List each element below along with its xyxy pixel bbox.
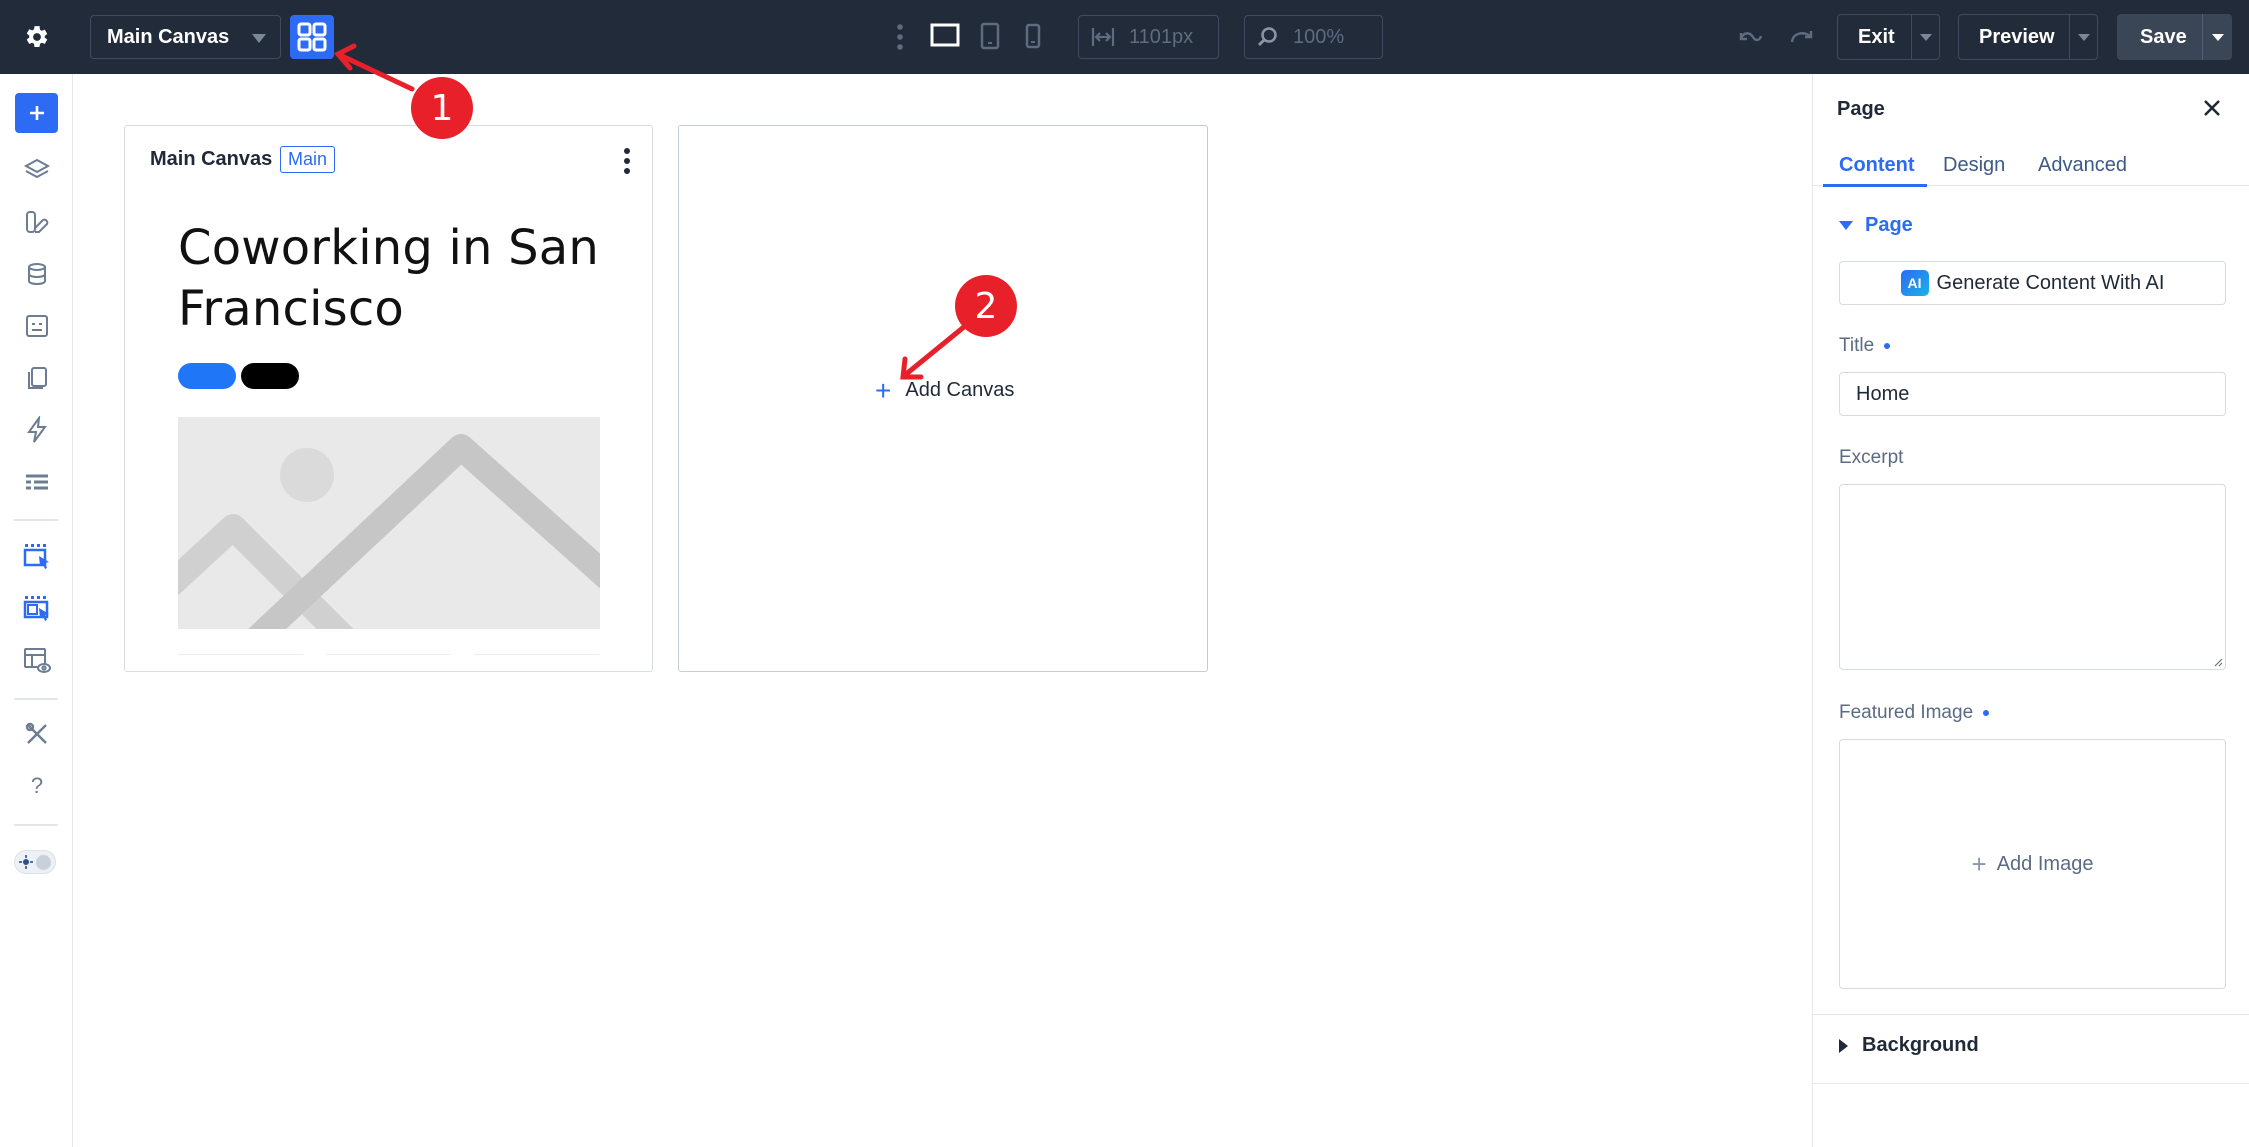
- section-divider: [1813, 1083, 2249, 1084]
- empty-canvas-card[interactable]: + Add Canvas: [678, 125, 1208, 672]
- sidebar-divider: [14, 519, 58, 521]
- plus-icon: +: [1971, 848, 1987, 879]
- add-element-button[interactable]: [15, 93, 58, 133]
- add-image-label: Add Image: [1996, 852, 2094, 875]
- plus-icon: +: [875, 374, 892, 406]
- close-icon[interactable]: [2200, 96, 2224, 120]
- canvas-width-value: 1101px: [1129, 25, 1194, 48]
- exit-button[interactable]: Exit: [1837, 14, 1940, 60]
- page-section-label: Page: [1865, 214, 1913, 236]
- caret-down-icon: [1839, 221, 1853, 230]
- featured-image-dropzone[interactable]: + Add Image: [1839, 739, 2226, 989]
- database-icon[interactable]: [21, 258, 53, 290]
- canvas-select-label: Main Canvas: [107, 25, 230, 48]
- modified-dot: [1983, 710, 1990, 716]
- exit-dropdown-chevron-icon[interactable]: [1911, 15, 1939, 59]
- featured-image-label: Featured Image: [1839, 702, 1990, 724]
- generate-ai-label: Generate Content With AI: [1936, 271, 2165, 294]
- sidebar-divider: [14, 698, 58, 700]
- tab-content[interactable]: Content: [1839, 154, 1915, 177]
- main-canvas-card[interactable]: Main Canvas Main Coworking in San Franci…: [124, 125, 653, 672]
- pages-icon[interactable]: [21, 362, 53, 394]
- excerpt-field-label: Excerpt: [1839, 447, 1903, 469]
- tablet-view-icon[interactable]: [979, 22, 1001, 55]
- main-badge: Main: [280, 146, 336, 173]
- black-pill-button: [241, 363, 299, 389]
- placeholder-divider-lines: [178, 654, 600, 656]
- canvas-width-field[interactable]: 1101px: [1078, 15, 1219, 59]
- title-label-text: Title: [1839, 335, 1875, 356]
- layers-icon[interactable]: [21, 154, 53, 186]
- grid-icon: [297, 22, 327, 52]
- preview-button[interactable]: Preview: [1958, 14, 2098, 60]
- generate-ai-button[interactable]: AI Generate Content With AI: [1839, 261, 2226, 305]
- caret-right-icon: [1839, 1038, 1848, 1053]
- background-section-toggle[interactable]: Background: [1839, 1034, 1979, 1057]
- chevron-down-icon: [252, 34, 266, 43]
- add-canvas-button[interactable]: + Add Canvas: [875, 374, 1015, 406]
- tab-advanced[interactable]: Advanced: [2038, 154, 2127, 177]
- background-section-label: Background: [1862, 1034, 1979, 1056]
- canvas-select-dropdown[interactable]: Main Canvas: [90, 15, 281, 59]
- title-input[interactable]: Home: [1839, 372, 2226, 416]
- undo-icon[interactable]: [1738, 23, 1764, 54]
- tab-design[interactable]: Design: [1943, 154, 2005, 177]
- save-button-label: Save: [2140, 25, 2187, 48]
- zoom-search-icon: [1258, 27, 1277, 46]
- title-field-label: Title: [1839, 335, 1891, 357]
- left-sidebar: ?: [0, 74, 73, 1147]
- canvas-grid-view-button[interactable]: [290, 15, 334, 59]
- ai-icon: AI: [1900, 270, 1929, 296]
- annotation-marker-2: 2: [955, 275, 1017, 337]
- preview-button-label: Preview: [1979, 25, 2055, 48]
- help-icon[interactable]: ?: [21, 770, 53, 802]
- featured-label-text: Featured Image: [1839, 702, 1974, 723]
- theme-toggle[interactable]: [14, 850, 56, 874]
- canvas-select-icon[interactable]: [21, 540, 53, 572]
- zoom-field[interactable]: 100%: [1244, 15, 1383, 59]
- blue-pill-button: [178, 363, 236, 389]
- section-divider: [1813, 1014, 2249, 1015]
- active-tab-indicator: [1823, 184, 1927, 187]
- sun-gear-icon: [18, 854, 34, 870]
- modified-dot: [1884, 343, 1891, 349]
- top-toolbar: Main Canvas 1101px 100% Exit Preview Sav…: [0, 0, 2249, 74]
- vertical-dots-icon[interactable]: [896, 23, 904, 56]
- zoom-value: 100%: [1293, 25, 1345, 48]
- canvas-select-alt-icon[interactable]: [21, 592, 53, 624]
- preview-dropdown-chevron-icon[interactable]: [2069, 15, 2097, 59]
- image-placeholder: [178, 417, 600, 629]
- exit-button-label: Exit: [1858, 25, 1895, 48]
- global-styles-icon[interactable]: [21, 206, 53, 238]
- template-icon[interactable]: [21, 310, 53, 342]
- desktop-view-icon[interactable]: [930, 22, 960, 53]
- canvas-hero-heading: Coworking in San Francisco: [178, 220, 600, 337]
- sidebar-divider: [14, 824, 58, 826]
- preview-layout-icon[interactable]: [21, 644, 53, 676]
- width-arrows-icon: [1091, 28, 1115, 46]
- save-button[interactable]: Save: [2117, 14, 2232, 60]
- canvas-card-title: Main Canvas: [150, 148, 273, 170]
- resize-grip-icon[interactable]: [2213, 657, 2223, 667]
- properties-panel: Page Content Design Advanced Page AI Gen…: [1812, 74, 2249, 1147]
- plus-icon: [29, 106, 44, 120]
- panel-title: Page: [1837, 98, 1885, 120]
- settings-gear-icon[interactable]: [0, 0, 74, 74]
- redo-icon[interactable]: [1789, 23, 1815, 54]
- title-input-value: Home: [1856, 382, 1910, 405]
- page-section-toggle[interactable]: Page: [1839, 214, 1913, 237]
- annotation-marker-1: 1: [411, 77, 473, 139]
- add-canvas-label: Add Canvas: [905, 379, 1015, 401]
- panel-tabs: Content Design Advanced: [1813, 142, 2249, 187]
- toggle-knob: [36, 855, 51, 870]
- tools-icon[interactable]: [21, 718, 53, 750]
- table-icon[interactable]: [21, 466, 53, 498]
- excerpt-textarea[interactable]: [1839, 484, 2226, 670]
- canvas-options-kebab-icon[interactable]: [624, 148, 630, 178]
- mobile-view-icon[interactable]: [1023, 22, 1043, 55]
- excerpt-label-text: Excerpt: [1839, 447, 1904, 468]
- save-dropdown-chevron-icon[interactable]: [2202, 14, 2232, 60]
- lightning-icon[interactable]: [21, 414, 53, 446]
